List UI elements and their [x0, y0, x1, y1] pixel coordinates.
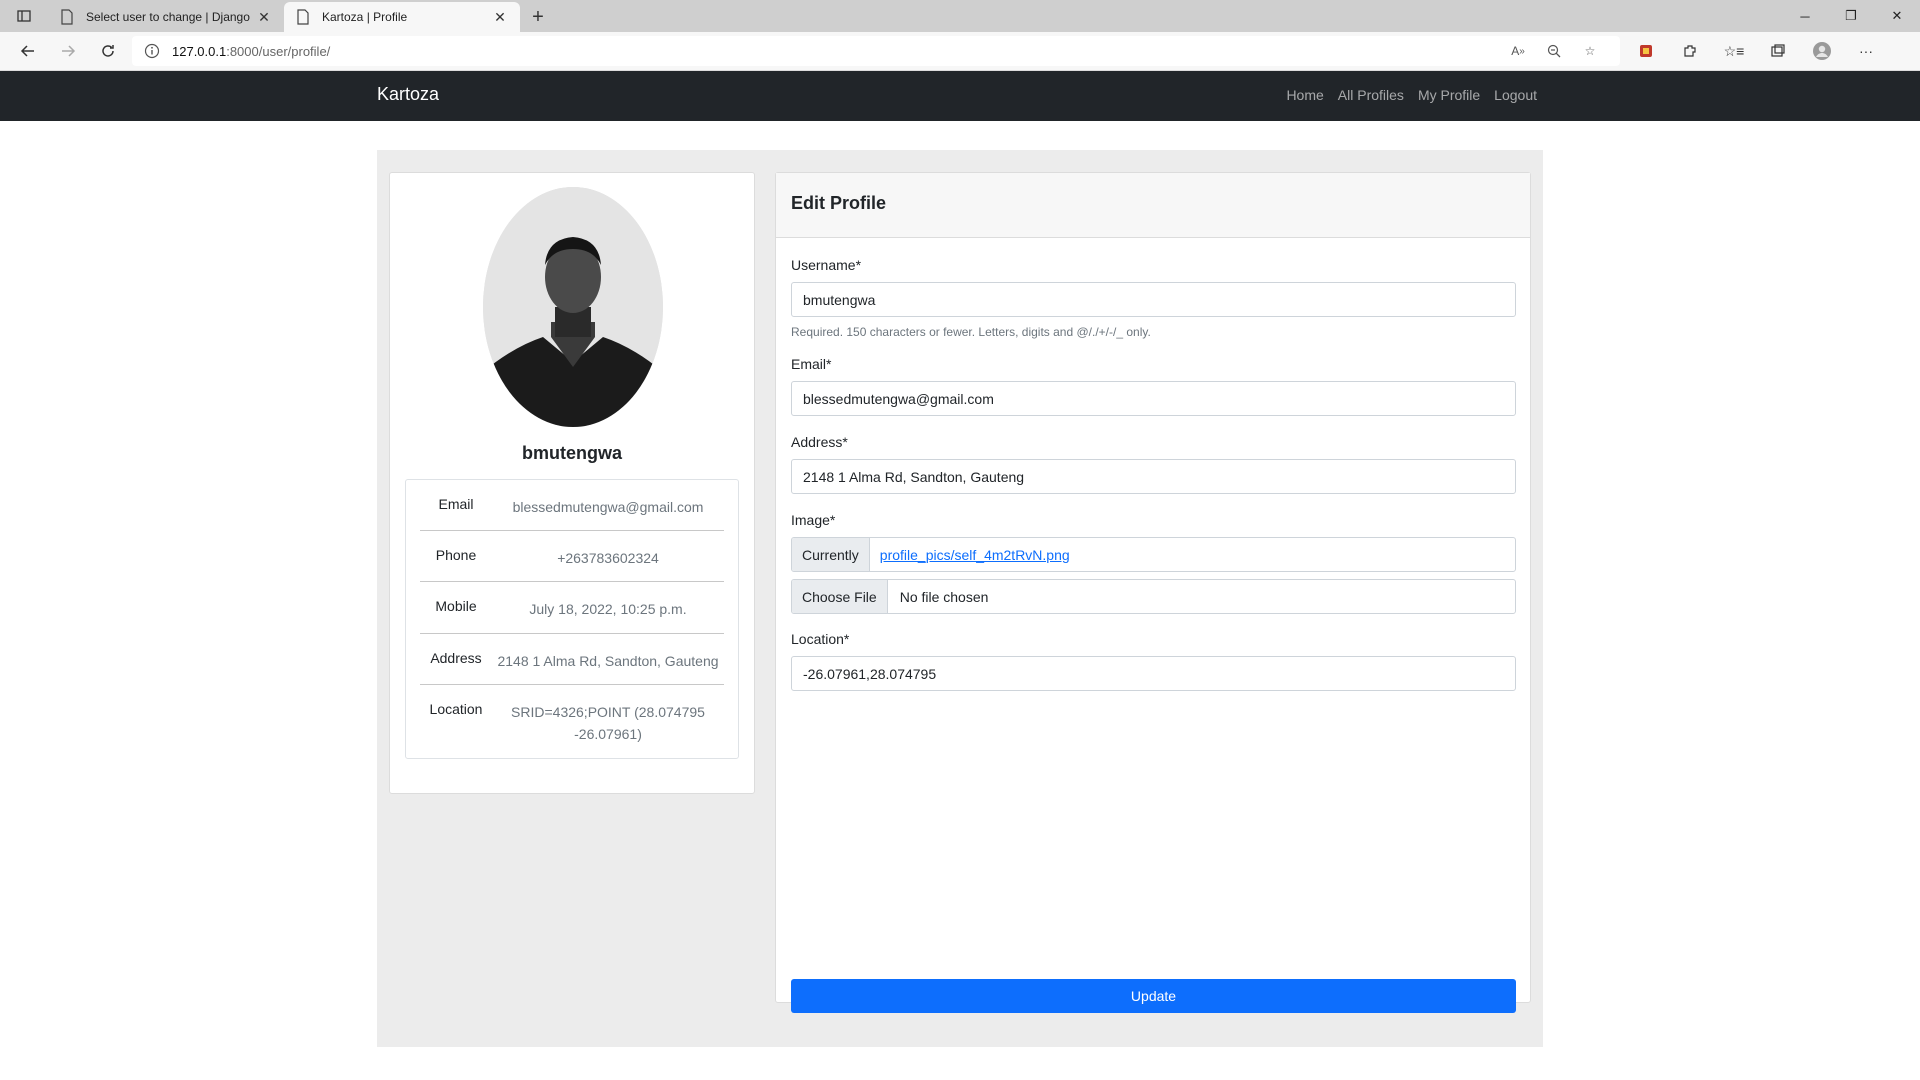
location-label: Location*: [791, 631, 850, 647]
zoom-icon[interactable]: [1536, 44, 1572, 58]
location-input[interactable]: -26.07961,28.074795: [791, 656, 1516, 691]
site-navbar: Kartoza Home All Profiles My Profile Log…: [0, 71, 1920, 121]
address-input[interactable]: 2148 1 Alma Rd, Sandton, Gauteng: [791, 459, 1516, 494]
reload-icon[interactable]: [88, 35, 128, 67]
info-value: July 18, 2022, 10:25 p.m.: [529, 601, 687, 617]
image-file-input[interactable]: Choose File No file chosen: [791, 579, 1516, 614]
edit-profile-title: Edit Profile: [776, 173, 1530, 238]
info-label: Phone: [435, 547, 477, 563]
nav-link-all-profiles[interactable]: All Profiles: [1338, 87, 1404, 103]
info-label: Email: [438, 496, 474, 512]
tab-title: Kartoza | Profile: [322, 10, 408, 24]
page-icon: [61, 9, 73, 25]
file-status-text: No file chosen: [899, 588, 989, 605]
image-label: Image*: [791, 512, 836, 528]
close-icon[interactable]: ✕: [492, 9, 508, 25]
more-menu-icon[interactable]: ···: [1844, 35, 1888, 67]
browser-tab-profile[interactable]: Kartoza | Profile ✕: [284, 2, 520, 32]
nav-link-logout[interactable]: Logout: [1494, 87, 1537, 103]
email-input[interactable]: blessedmutengwa@gmail.com: [791, 381, 1516, 416]
brand-logo[interactable]: Kartoza: [377, 84, 439, 105]
choose-file-button[interactable]: Choose File: [792, 580, 888, 613]
browser-tab-django[interactable]: Select user to change | Django s ✕: [48, 2, 284, 32]
browser-tab-bar: Select user to change | Django s ✕ Karto…: [0, 0, 1920, 32]
new-tab-button[interactable]: +: [520, 2, 556, 32]
profile-avatar-icon[interactable]: [1800, 35, 1844, 67]
info-value: SRID=4326;POINT (28.074795 -26.07961): [511, 704, 705, 742]
extensions-icon[interactable]: [1668, 35, 1712, 67]
read-aloud-icon[interactable]: A»: [1500, 44, 1536, 58]
nav-link-home[interactable]: Home: [1286, 87, 1323, 103]
nav-links: Home All Profiles My Profile Logout: [1286, 87, 1537, 103]
info-row-address: Address 2148 1 Alma Rd, Sandton, Gauteng: [420, 634, 724, 685]
info-row-email: Email blessedmutengwa@gmail.com: [420, 480, 724, 531]
edit-profile-card: Edit Profile Username* bmutengwa Require…: [775, 172, 1531, 1013]
username-label: Username*: [791, 257, 862, 273]
favorites-icon[interactable]: ☆≡: [1712, 35, 1756, 67]
address-bar[interactable]: 127.0.0.1:8000/user/profile/ A» ☆: [132, 36, 1620, 66]
forward-icon[interactable]: [48, 35, 88, 67]
info-value: blessedmutengwa@gmail.com: [512, 499, 704, 515]
close-icon[interactable]: ✕: [256, 9, 272, 25]
nav-link-my-profile[interactable]: My Profile: [1418, 87, 1480, 103]
profile-info-table: Email blessedmutengwa@gmail.com Phone +2…: [405, 479, 739, 759]
url-host: 127.0.0.1: [172, 43, 227, 59]
restore-icon[interactable]: ❐: [1828, 0, 1874, 32]
username-input[interactable]: bmutengwa: [791, 282, 1516, 317]
info-icon[interactable]: [144, 43, 160, 59]
favorite-add-icon[interactable]: ☆: [1572, 44, 1608, 58]
info-row-mobile: Mobile July 18, 2022, 10:25 p.m.: [420, 582, 724, 634]
minimize-icon[interactable]: ─: [1782, 0, 1828, 32]
info-value: +263783602324: [557, 550, 659, 566]
update-button[interactable]: Update: [791, 979, 1516, 1013]
info-value: 2148 1 Alma Rd, Sandton, Gauteng: [497, 653, 719, 669]
image-current-link[interactable]: profile_pics/self_4m2tRvN.png: [870, 538, 1080, 571]
address-label: Address*: [791, 434, 848, 450]
collections-icon[interactable]: [1756, 35, 1800, 67]
back-icon[interactable]: [8, 35, 48, 67]
info-row-phone: Phone +263783602324: [420, 531, 724, 582]
main-container: bmutengwa Email blessedmutengwa@gmail.co…: [377, 150, 1543, 1047]
url-path: :8000/user/profile/: [226, 43, 331, 59]
info-label: Address: [430, 650, 482, 666]
tab-title: Select user to change | Django s: [86, 10, 250, 24]
image-currently-label: Currently: [792, 538, 870, 571]
tab-actions-icon[interactable]: [0, 0, 48, 32]
avatar-photo: [483, 187, 663, 427]
window-controls: ─ ❐ ✕: [1782, 0, 1920, 32]
info-label: Location: [429, 701, 483, 717]
close-window-icon[interactable]: ✕: [1874, 0, 1920, 32]
browser-toolbar: 127.0.0.1:8000/user/profile/ A» ☆ ☆≡ ···: [0, 32, 1920, 71]
info-row-location: Location SRID=4326;POINT (28.074795 -26.…: [420, 685, 724, 757]
url-text: 127.0.0.1:8000/user/profile/: [172, 44, 330, 59]
image-current-row: Currently profile_pics/self_4m2tRvN.png: [791, 537, 1516, 572]
avatar: [483, 187, 663, 427]
page-icon: [297, 9, 309, 25]
email-label: Email*: [791, 356, 832, 372]
info-label: Mobile: [435, 598, 477, 614]
profile-username: bmutengwa: [521, 443, 622, 463]
extension-shield-icon[interactable]: [1624, 35, 1668, 67]
username-help-text: Required. 150 characters or fewer. Lette…: [791, 325, 1151, 339]
profile-card: bmutengwa Email blessedmutengwa@gmail.co…: [389, 172, 755, 794]
